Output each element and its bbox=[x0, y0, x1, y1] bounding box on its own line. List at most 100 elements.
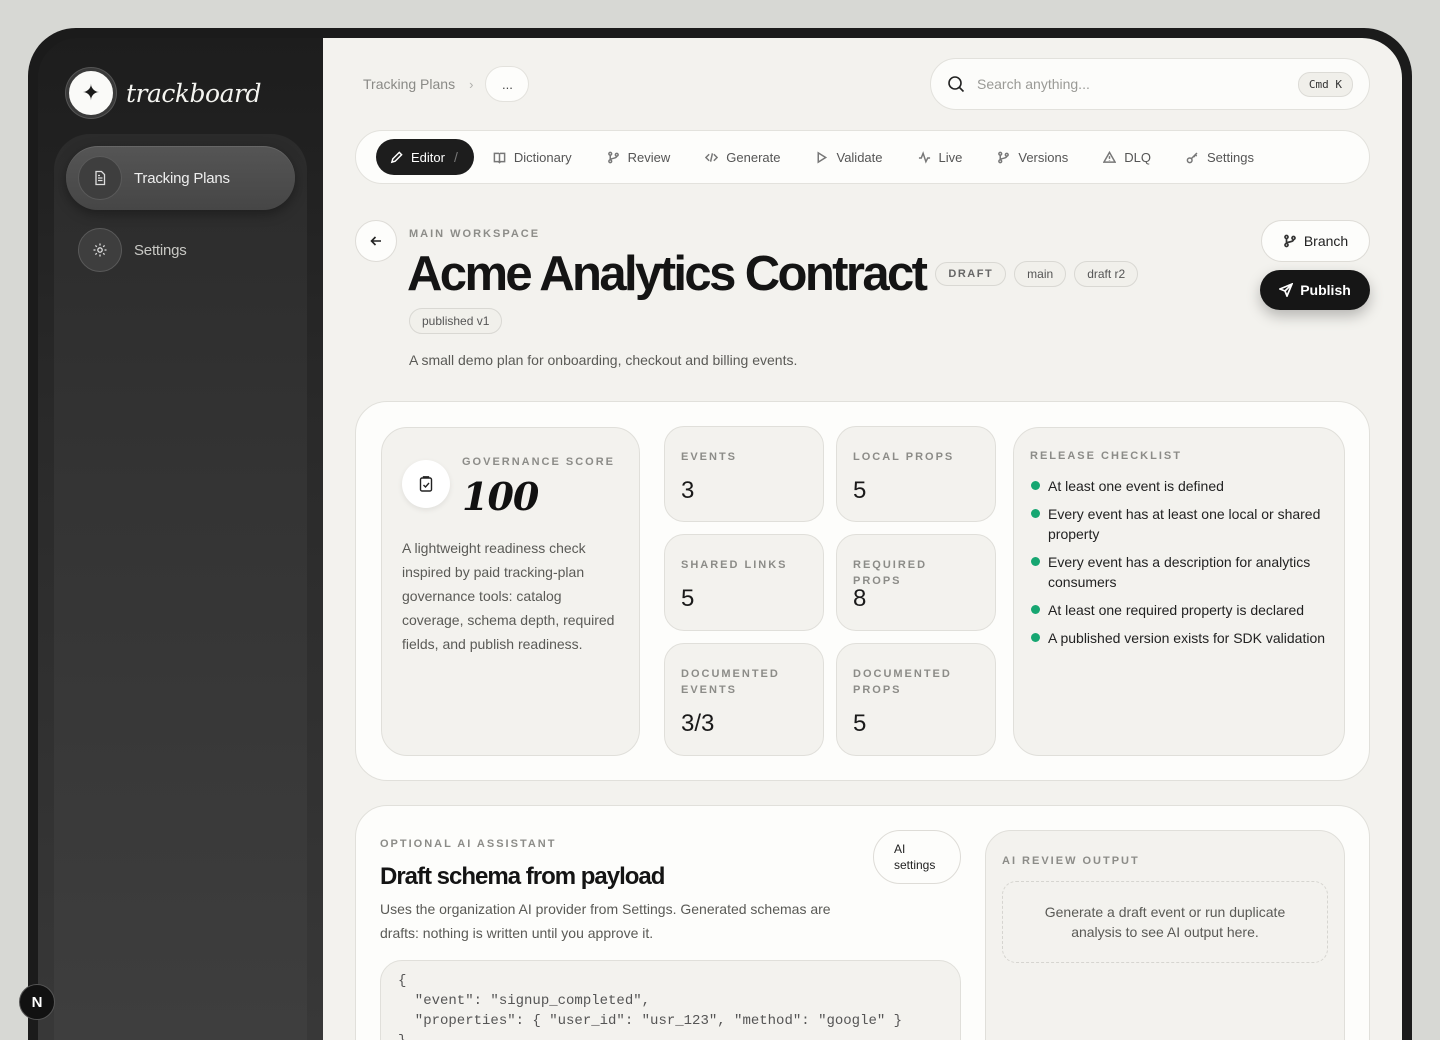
tab-versions[interactable]: Versions bbox=[983, 139, 1084, 175]
checklist-item: Every event has a description for analyt… bbox=[1030, 552, 1328, 592]
ai-settings-button[interactable]: AI settings bbox=[873, 830, 961, 884]
sidebar-item-label: Tracking Plans bbox=[134, 169, 230, 187]
governance-description: A lightweight readiness check inspired b… bbox=[402, 540, 615, 652]
tab-label: Versions bbox=[1018, 149, 1069, 165]
document-icon bbox=[78, 156, 122, 200]
governance-score: 100 bbox=[462, 474, 539, 519]
search-icon bbox=[948, 76, 965, 93]
metric-label: DOCUMENTED PROPS bbox=[853, 668, 952, 696]
metric-label: LOCAL PROPS bbox=[853, 451, 955, 463]
search-bar[interactable]: Cmd K bbox=[930, 58, 1370, 110]
ai-title: Draft schema from payload bbox=[380, 863, 665, 890]
payload-editor[interactable]: { "event": "signup_completed", "properti… bbox=[380, 960, 961, 1040]
metric-value: 5 bbox=[853, 477, 867, 504]
governance-label: GOVERNANCE SCORE bbox=[462, 456, 616, 468]
metric-value: 3 bbox=[681, 477, 695, 504]
sidebar: ✦ trackboard Tracking Plans Settings bbox=[38, 38, 323, 1040]
tab-label: Live bbox=[938, 149, 963, 165]
checklist-label: RELEASE CHECKLIST bbox=[1030, 450, 1182, 462]
main-content: Tracking Plans › ... Cmd K Editor / Dict… bbox=[323, 38, 1402, 1040]
status-dot bbox=[1031, 557, 1040, 566]
ai-assistant-label: OPTIONAL AI ASSISTANT bbox=[380, 838, 557, 850]
metric-required-props: REQUIRED PROPS 8 bbox=[836, 534, 996, 631]
metric-documented-events: DOCUMENTED EVENTS 3/3 bbox=[664, 643, 824, 756]
metric-shared-links: SHARED LINKS 5 bbox=[664, 534, 824, 631]
tab-review[interactable]: Review bbox=[593, 139, 687, 175]
status-dot bbox=[1031, 633, 1040, 642]
branch-button[interactable]: Branch bbox=[1261, 220, 1370, 262]
tab-live[interactable]: Live bbox=[904, 139, 979, 175]
activity-icon bbox=[918, 150, 930, 164]
tab-bar: Editor / Dictionary Review Generate Vali… bbox=[355, 130, 1370, 184]
metric-value: 3/3 bbox=[681, 710, 715, 737]
version-row: published v1 bbox=[401, 308, 503, 334]
governance-card: GOVERNANCE SCORE 100 A lightweight readi… bbox=[381, 427, 640, 756]
page-title: Acme Analytics Contract bbox=[407, 247, 928, 301]
ai-assistant-section: OPTIONAL AI ASSISTANT Draft schema from … bbox=[355, 805, 1370, 1040]
arrow-left-icon bbox=[370, 236, 381, 246]
workspace-label: MAIN WORKSPACE bbox=[409, 228, 541, 240]
breadcrumb-root[interactable]: Tracking Plans bbox=[363, 76, 455, 92]
code-icon bbox=[705, 152, 719, 162]
tab-label: Dictionary bbox=[513, 149, 572, 165]
publish-button-label: Publish bbox=[1300, 282, 1351, 298]
tab-label: Validate bbox=[836, 149, 883, 165]
checklist-item: At least one event is defined bbox=[1030, 476, 1328, 496]
sidebar-item-settings[interactable]: Settings bbox=[66, 218, 295, 282]
metric-label: EVENTS bbox=[681, 451, 738, 463]
metric-value: 8 bbox=[853, 585, 867, 612]
metric-label: REQUIRED PROPS bbox=[853, 559, 928, 587]
brand-name: trackboard bbox=[126, 78, 261, 108]
checklist-item: At least one required property is declar… bbox=[1030, 600, 1328, 620]
branch-button-label: Branch bbox=[1303, 233, 1349, 249]
chevron-right-icon: › bbox=[469, 76, 474, 92]
checklist-item: Every event has at least one local or sh… bbox=[1030, 504, 1328, 544]
breadcrumb-more-button[interactable]: ... bbox=[485, 66, 530, 102]
status-dot bbox=[1031, 481, 1040, 490]
published-badge: published v1 bbox=[409, 308, 503, 334]
ai-review-panel: AI REVIEW OUTPUT Generate a draft event … bbox=[985, 830, 1345, 1040]
draft-badge: draft r2 bbox=[1074, 261, 1139, 287]
release-checklist: RELEASE CHECKLIST At least one event is … bbox=[1013, 427, 1345, 756]
publish-button[interactable]: Publish bbox=[1260, 270, 1370, 310]
ai-review-empty-state: Generate a draft event or run duplicate … bbox=[1002, 881, 1328, 963]
tab-label: Settings bbox=[1206, 149, 1254, 165]
warning-icon bbox=[1103, 150, 1117, 163]
metric-value: 5 bbox=[681, 585, 695, 612]
sidebar-item-tracking-plans[interactable]: Tracking Plans bbox=[66, 146, 295, 210]
gear-icon bbox=[78, 228, 122, 272]
metric-documented-props: DOCUMENTED PROPS 5 bbox=[836, 643, 996, 756]
checklist-item: A published version exists for SDK valid… bbox=[1030, 628, 1328, 648]
next-badge[interactable]: N bbox=[19, 984, 55, 1020]
pencil-icon bbox=[390, 150, 403, 163]
metric-value: 5 bbox=[853, 710, 867, 737]
tab-generate[interactable]: Generate bbox=[691, 139, 796, 175]
tab-dictionary[interactable]: Dictionary bbox=[479, 139, 588, 175]
page-description: A small demo plan for onboarding, checko… bbox=[409, 352, 798, 368]
tab-label: DLQ bbox=[1124, 149, 1151, 165]
status-badge: DRAFT bbox=[935, 262, 1007, 286]
key-icon bbox=[1186, 152, 1198, 163]
title-row: Acme Analytics Contract DRAFT main draft… bbox=[407, 246, 1139, 302]
tab-validate[interactable]: Validate bbox=[801, 139, 898, 175]
branch-icon bbox=[998, 151, 1010, 163]
search-input[interactable] bbox=[977, 76, 1298, 92]
branch-icon bbox=[1283, 234, 1296, 248]
tab-label: Generate bbox=[726, 149, 781, 165]
shortcut-hint: Cmd K bbox=[1297, 71, 1353, 97]
play-icon bbox=[817, 151, 828, 163]
tab-editor[interactable]: Editor / bbox=[376, 139, 474, 175]
branch-icon bbox=[607, 151, 619, 163]
sidebar-item-label: Settings bbox=[134, 241, 187, 259]
tab-settings[interactable]: Settings bbox=[1172, 139, 1270, 175]
tab-label: Editor bbox=[411, 149, 445, 165]
clipboard-check-icon bbox=[402, 460, 450, 508]
tab-divider: / bbox=[453, 149, 458, 165]
status-dot bbox=[1031, 509, 1040, 518]
metric-label: SHARED LINKS bbox=[681, 559, 788, 571]
ai-description: Uses the organization AI provider from S… bbox=[380, 901, 831, 941]
brand[interactable]: ✦ trackboard bbox=[66, 68, 261, 118]
back-button[interactable] bbox=[355, 220, 397, 262]
tab-dlq[interactable]: DLQ bbox=[1089, 139, 1167, 175]
send-icon bbox=[1279, 283, 1294, 297]
